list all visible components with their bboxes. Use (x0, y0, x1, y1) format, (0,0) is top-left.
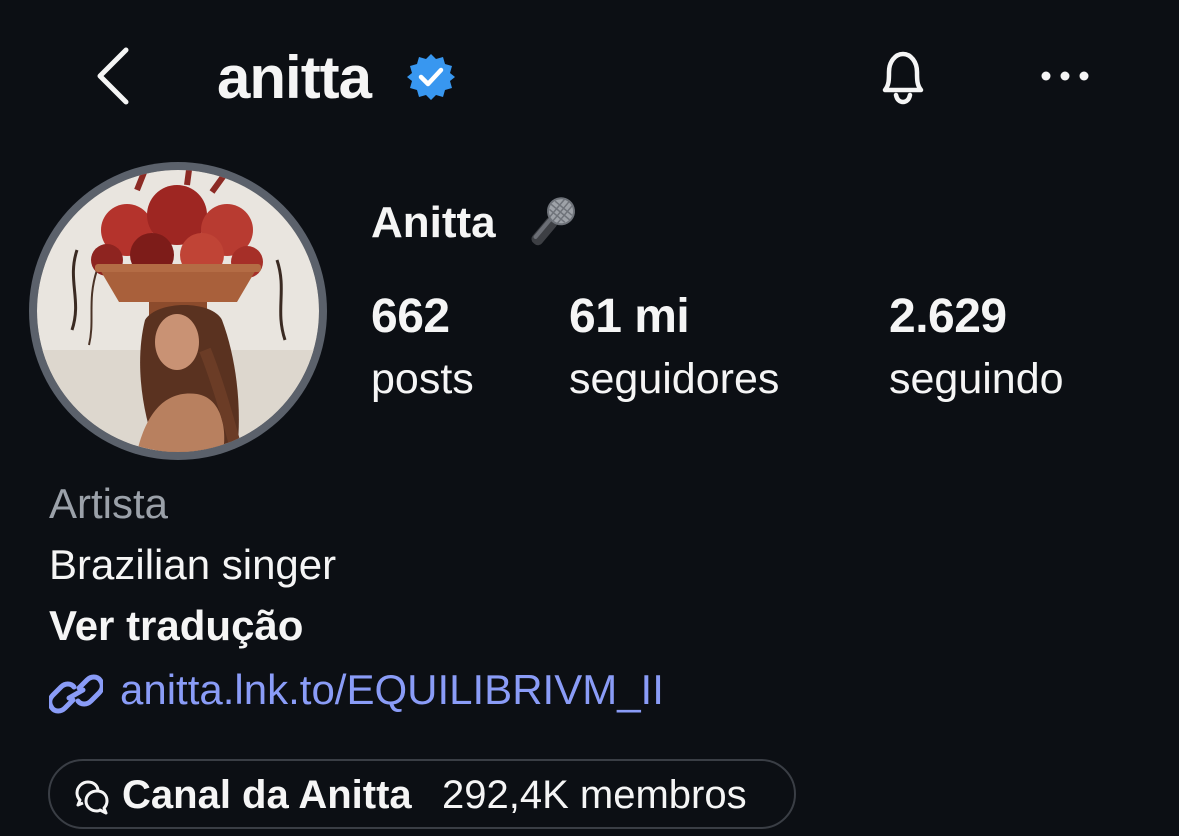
bio-text: Brazilian singer (49, 541, 337, 588)
verified-badge-icon (406, 52, 456, 102)
avatar[interactable] (37, 170, 319, 452)
display-name: Anitta (371, 198, 496, 247)
chat-bubbles-icon (74, 779, 110, 815)
stat-posts[interactable]: 662 posts (371, 288, 474, 406)
back-chevron-icon[interactable] (92, 44, 138, 108)
stat-following-label: seguindo (889, 355, 1064, 403)
channel-member-count: 292,4K membros (442, 773, 747, 817)
see-translation-link[interactable]: Ver tradução (49, 598, 303, 654)
bell-icon[interactable] (871, 44, 935, 108)
link-icon (47, 670, 105, 718)
stat-posts-value: 662 (371, 290, 450, 343)
stat-followers-value: 61 mi (569, 290, 690, 343)
broadcast-channel-button[interactable]: Canal da Anitta 292,4K membros (48, 759, 796, 829)
profile-username: anitta (217, 44, 372, 111)
stat-followers-label: seguidores (569, 355, 780, 403)
stat-followers[interactable]: 61 mi seguidores (569, 288, 779, 406)
stat-following[interactable]: 2.629 seguindo (889, 288, 1064, 406)
stat-posts-label: posts (371, 355, 474, 403)
channel-name: Canal da Anitta (122, 773, 412, 817)
more-options-icon[interactable] (1040, 66, 1090, 86)
bio-link-text: anitta.lnk.to/EQUILIBRIVM_II (120, 666, 664, 713)
microphone-icon (520, 190, 584, 254)
profile-category: Artista (49, 480, 169, 527)
stat-following-value: 2.629 (889, 290, 1007, 343)
